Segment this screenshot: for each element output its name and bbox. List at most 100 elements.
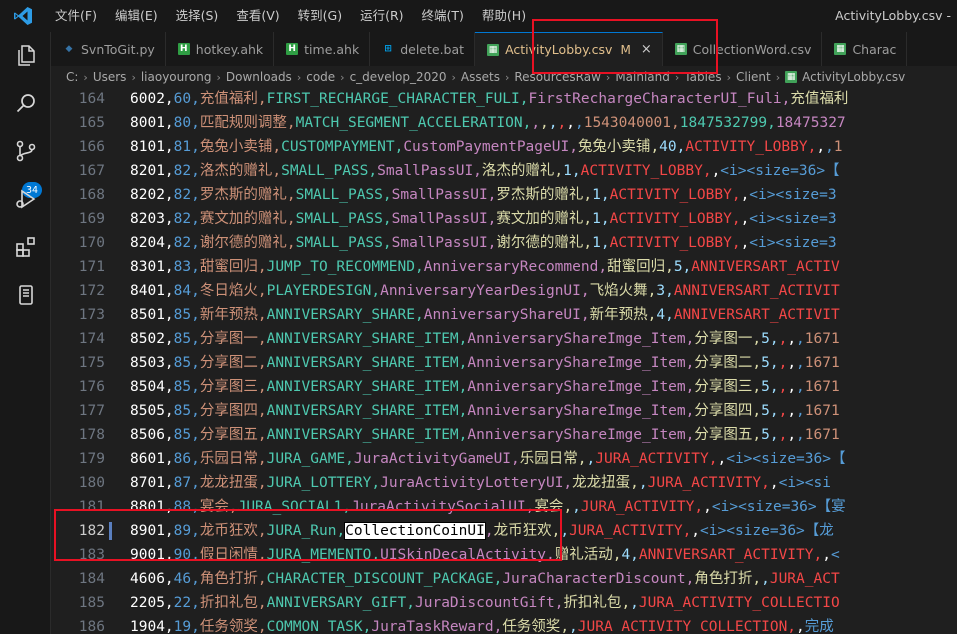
- chevron-right-icon: ›: [605, 70, 611, 84]
- code-line[interactable]: 164 6002,60,充值福利,FIRST_RECHARGE_CHARACTER…: [51, 88, 957, 111]
- code-line[interactable]: 167 8201,82,洛杰的赠礼,SMALL_PASS,SmallPassUI,…: [51, 159, 957, 183]
- code-line[interactable]: 168 8202,82,罗杰斯的赠礼,SMALL_PASS,SmallPassUI…: [51, 183, 957, 207]
- chevron-right-icon: ›: [83, 70, 88, 84]
- chevron-right-icon: ›: [131, 70, 136, 84]
- tab-label: ActivityLobby.csv: [505, 42, 613, 57]
- code-line[interactable]: 166 8101,81,兔兔小卖铺,CUSTOMPAYMENT,CustomPay…: [51, 135, 957, 159]
- vscode-logo-icon: [0, 0, 46, 32]
- run-debug-icon[interactable]: [13, 186, 39, 212]
- breadcrumb-item[interactable]: Users: [93, 70, 127, 84]
- breadcrumb-label: Downloads: [225, 70, 292, 84]
- tab-charac[interactable]: ▦ Charac: [822, 32, 908, 66]
- line-number: 184: [78, 571, 105, 587]
- line-number: 174: [78, 331, 105, 347]
- line-text: 8204,82,谢尔德的赠礼,SMALL_PASS,SmallPassUI,谢尔…: [130, 235, 837, 251]
- chevron-right-icon: ›: [504, 70, 510, 84]
- breadcrumb-item[interactable]: Assets: [461, 70, 500, 84]
- source-control-icon[interactable]: [13, 138, 39, 164]
- code-line[interactable]: 184 4606,46,角色打折,CHARACTER_DISCOUNT_PACKA…: [51, 567, 957, 591]
- line-number: 182: [78, 523, 105, 539]
- breadcrumb-label: C:: [66, 70, 79, 84]
- tab-label: hotkey.ahk: [195, 41, 264, 57]
- code-line[interactable]: 178 8506,85,分享图五,ANNIVERSARY_SHARE_ITEM,A…: [51, 423, 957, 447]
- line-number: 170: [78, 235, 105, 251]
- breadcrumb-item[interactable]: ▦ ActivityLobby.csv: [785, 70, 905, 84]
- breadcrumb-item[interactable]: c_develop_2020: [350, 70, 447, 84]
- code-line[interactable]: 176 8504,85,分享图三,ANNIVERSARY_SHARE_ITEM,A…: [51, 375, 957, 399]
- tab-activitylobby-csv[interactable]: ▦ ActivityLobby.csv M ×: [475, 32, 663, 66]
- tab-label: time.ahk: [304, 41, 360, 57]
- line-text: 4606,46,角色打折,CHARACTER_DISCOUNT_PACKAGE,…: [130, 571, 840, 587]
- code-line[interactable]: 174 8502,85,分享图一,ANNIVERSARY_SHARE_ITEM,A…: [51, 327, 957, 351]
- breadcrumb-item[interactable]: Client: [736, 70, 771, 84]
- menu-item[interactable]: 转到(G): [289, 0, 351, 32]
- close-icon[interactable]: ×: [641, 42, 652, 57]
- breadcrumb-label: liaoyourong: [140, 70, 212, 84]
- explorer-files-icon[interactable]: [13, 42, 39, 68]
- line-text: 8101,81,兔兔小卖铺,CUSTOMPAYMENT,CustomPaymen…: [130, 139, 843, 155]
- tab-label: delete.bat: [400, 41, 465, 57]
- tab-time-ahk[interactable]: Htime.ahk: [274, 32, 371, 66]
- line-text: 1904,19,任务领奖,COMMON_TASK,JuraTaskReward,…: [130, 619, 834, 634]
- code-line[interactable]: 165 8001,80,匹配规则调整,MATCH_SEGMENT_ACCELERA…: [51, 111, 957, 135]
- line-text: 8301,83,甜蜜回归,JUMP_TO_RECOMMEND,Anniversa…: [130, 259, 840, 275]
- code-line[interactable]: 179 8601,86,乐园日常,JURA_GAME,JuraActivityGa…: [51, 447, 957, 471]
- code-editor[interactable]: 164 6002,60,充值福利,FIRST_RECHARGE_CHARACTER…: [51, 88, 957, 634]
- breadcrumb-label: Client: [735, 70, 771, 84]
- search-icon[interactable]: [13, 90, 39, 116]
- code-line[interactable]: 175 8503,85,分享图二,ANNIVERSARY_SHARE_ITEM,A…: [51, 351, 957, 375]
- code-line[interactable]: 181 8801,88,宴会,JURA_SOCIAL1,JuraActivityS…: [51, 495, 957, 519]
- tab-hotkey-ahk[interactable]: Hhotkey.ahk: [165, 32, 275, 66]
- line-text: 8505,85,分享图四,ANNIVERSARY_SHARE_ITEM,Anni…: [130, 403, 840, 419]
- code-line[interactable]: 180 8701,87,龙龙扭蛋,JURA_LOTTERY,JuraActivit…: [51, 471, 957, 495]
- tab-collectionword-csv[interactable]: ▦ CollectionWord.csv: [662, 32, 823, 66]
- title-bar: 文件(F) 编辑(E) 选择(S) 查看(V) 转到(G) 运行(R) 终端(T) 帮助(H)…: [0, 0, 957, 32]
- code-line[interactable]: 183 9001,90,假日闲情,JURA_MEMENTO,UISkinDecal…: [51, 543, 957, 567]
- ahk-file-icon: H: [286, 43, 299, 55]
- tab-svntogit-py[interactable]: ◆ SvnToGit.py: [51, 32, 166, 66]
- chevron-right-icon: ›: [775, 70, 781, 84]
- breadcrumb-item[interactable]: Mainland: [615, 70, 670, 84]
- menu-item[interactable]: 编辑(E): [106, 0, 167, 32]
- window-title: ActivityLobby.csv -: [835, 8, 951, 23]
- breadcrumb-item[interactable]: code: [306, 70, 335, 84]
- menu-item[interactable]: 文件(F): [46, 0, 106, 32]
- code-line[interactable]: 170 8204,82,谢尔德的赠礼,SMALL_PASS,SmallPassUI…: [51, 231, 957, 255]
- breadcrumb-item[interactable]: liaoyourong: [141, 70, 212, 84]
- code-line[interactable]: 185 2205,22,折扣礼包,ANNIVERSARY_GIFT,JuraDis…: [51, 591, 957, 615]
- menu-item[interactable]: 查看(V): [227, 0, 288, 32]
- code-line[interactable]: 169 8203,82,赛文加的赠礼,SMALL_PASS,SmallPassUI…: [51, 207, 957, 231]
- line-text: 8506,85,分享图五,ANNIVERSARY_SHARE_ITEM,Anni…: [130, 427, 840, 443]
- line-number: 175: [78, 355, 105, 371]
- code-line[interactable]: 173 8501,85,新年预热,ANNIVERSARY_SHARE,Annive…: [51, 303, 957, 327]
- code-line[interactable]: 177 8505,85,分享图四,ANNIVERSARY_SHARE_ITEM,A…: [51, 399, 957, 423]
- modified-line-gutter-mark: [109, 522, 112, 540]
- menu-item[interactable]: 运行(R): [351, 0, 412, 32]
- line-number: 176: [78, 379, 105, 395]
- chevron-right-icon: ›: [340, 70, 345, 84]
- menu-item[interactable]: 选择(S): [167, 0, 228, 32]
- line-number: 181: [78, 499, 105, 515]
- tab-label: Charac: [852, 41, 897, 57]
- code-line[interactable]: 172 8401,84,冬日焰火,PLAYERDESIGN,Anniversary…: [51, 279, 957, 303]
- line-text: 8601,86,乐园日常,JURA_GAME,JuraActivityGameU…: [130, 451, 846, 467]
- menu-item[interactable]: 帮助(H): [473, 0, 535, 32]
- extensions-icon[interactable]: [13, 234, 39, 260]
- remote-explorer-icon[interactable]: [13, 282, 39, 308]
- line-text: 8201,82,洛杰的赠礼,SMALL_PASS,SmallPassUI,洛杰的…: [130, 163, 840, 179]
- line-number: 167: [78, 163, 105, 179]
- menu-item[interactable]: 终端(T): [413, 0, 473, 32]
- line-number: 165: [78, 115, 105, 131]
- line-number: 166: [78, 139, 105, 155]
- breadcrumb-item[interactable]: ResourcesRaw: [514, 70, 601, 84]
- breadcrumb-label: code: [306, 70, 336, 84]
- tab-delete-bat[interactable]: ⊞ delete.bat: [370, 32, 476, 66]
- code-line[interactable]: 182 8901,89,龙币狂欢,JURA_Run,CollectionCoinU…: [51, 519, 957, 543]
- breadcrumb-item[interactable]: Downloads: [226, 70, 292, 84]
- csv-file-icon: ▦: [487, 43, 500, 56]
- breadcrumb-item[interactable]: Tables: [684, 70, 721, 84]
- ahk-file-icon: H: [177, 43, 190, 55]
- code-line[interactable]: 186 1904,19,任务领奖,COMMON_TASK,JuraTaskRewa…: [51, 615, 957, 634]
- breadcrumb-item[interactable]: C:: [66, 70, 78, 84]
- code-line[interactable]: 171 8301,83,甜蜜回归,JUMP_TO_RECOMMEND,Annive…: [51, 255, 957, 279]
